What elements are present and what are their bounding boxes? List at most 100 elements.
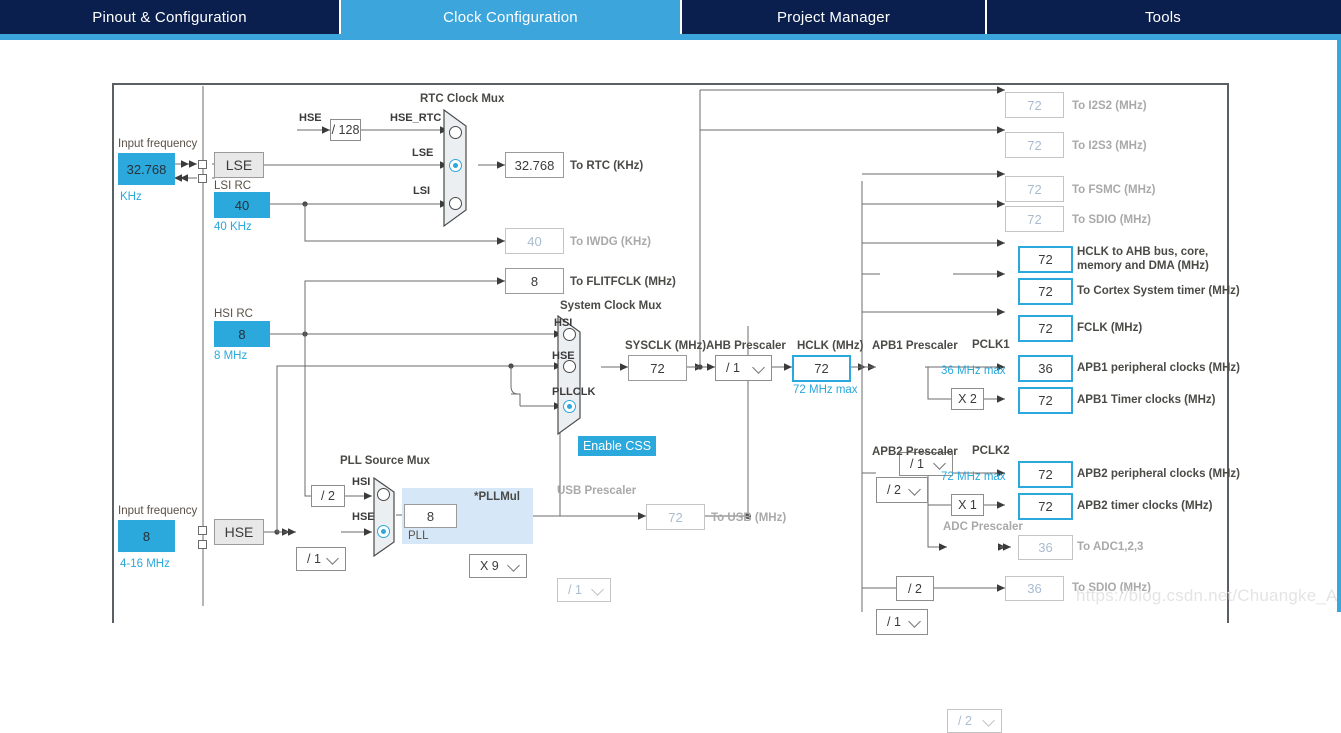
hsi-caption: HSI RC: [214, 308, 253, 320]
rtc-clock-mux-title: RTC Clock Mux: [420, 93, 505, 105]
apb1-peripheral-label: APB1 peripheral clocks (MHz): [1077, 362, 1240, 374]
to-adc-label: To ADC1,2,3: [1077, 541, 1144, 553]
sysclk-mux-input-label-hse: HSE: [552, 350, 575, 362]
apb1-peripheral-value: 36: [1018, 355, 1073, 382]
pllmul-caption: *PLLMul: [474, 491, 520, 503]
adc-prescaler-value: / 2: [958, 714, 972, 728]
adc-prescaler-select[interactable]: / 2: [947, 709, 1002, 733]
to-adc-value: 36: [1018, 535, 1073, 560]
tab-label: Tools: [1144, 8, 1182, 26]
apb1-prescaler-select[interactable]: / 2: [876, 477, 928, 503]
hse-in-toggle[interactable]: [198, 526, 207, 535]
lsi-unit-label: 40 KHz: [214, 221, 252, 233]
hclk-ahb-value: 72: [1018, 246, 1073, 273]
lse-input-caption: Input frequency: [118, 138, 198, 150]
apb2-prescaler-caption: APB2 Prescaler: [872, 446, 958, 458]
lsi-value-field[interactable]: 40: [214, 192, 270, 218]
hclk-ahb-label-line2: memory and DMA (MHz): [1077, 260, 1209, 272]
pll-mux-radio-hsi[interactable]: [377, 488, 390, 501]
tab-label: Pinout & Configuration: [92, 8, 247, 26]
sysclk-mux-input-label-hsi: HSI: [554, 317, 573, 329]
clock-tree-diagram: Input frequency 32.768 KHz LSE LSI RC 40…: [0, 76, 1341, 733]
to-iwdg-value: 40: [505, 228, 564, 254]
to-usb-label: To USB (MHz): [711, 512, 787, 524]
cortex-prescaler-value: / 1: [910, 457, 924, 471]
lse-out-toggle[interactable]: [198, 174, 207, 183]
cortex-systick-label: To Cortex System timer (MHz): [1077, 285, 1240, 297]
to-sdio-value: 72: [1005, 206, 1064, 232]
pclk1-label: PCLK1: [972, 339, 1010, 351]
apb1-prescaler-value: / 2: [887, 483, 901, 497]
fclk-label: FCLK (MHz): [1077, 322, 1143, 334]
tab-clock-configuration[interactable]: Clock Configuration: [341, 0, 682, 34]
hse-out-toggle[interactable]: [198, 540, 207, 549]
pclk2-label: PCLK2: [972, 445, 1010, 457]
apb1-max-label: 36 MHz max: [941, 365, 1006, 377]
pllmul-select[interactable]: X 9: [469, 554, 527, 578]
to-usb-value: 72: [646, 504, 705, 530]
main-tab-bar: Pinout & Configuration Clock Configurati…: [0, 0, 1341, 34]
hclk-ahb-label-line1: HCLK to AHB bus, core,: [1077, 246, 1209, 258]
lse-oscillator-block[interactable]: LSE: [214, 152, 264, 178]
apb1-timer-label: APB1 Timer clocks (MHz): [1077, 394, 1216, 406]
rtc-mux-radio-hse-rtc[interactable]: [449, 126, 462, 139]
to-flitfclk-label: To FLITFCLK (MHz): [570, 276, 676, 288]
tab-label: Clock Configuration: [443, 8, 578, 26]
sysclk-mux-radio-hsi[interactable]: [563, 328, 576, 341]
apb2-prescaler-value: / 1: [887, 615, 901, 629]
sysclk-mux-radio-pllclk[interactable]: [563, 400, 576, 413]
sysclk-value: 72: [628, 355, 687, 381]
tab-tools[interactable]: Tools: [987, 0, 1339, 34]
pll-mux-input-label-hsi: HSI: [352, 476, 371, 488]
lsi-caption: LSI RC: [214, 180, 252, 192]
clock-toolbar: Resolve Clock Issues: [0, 40, 1341, 111]
to-sdio-bottom-value: 36: [1005, 576, 1064, 601]
apb2-timer-multiplier: X 1: [951, 494, 984, 516]
pll-hsi-divider: / 2: [311, 485, 345, 507]
hse-input-frequency-field[interactable]: 8: [118, 520, 175, 552]
ahb-prescaler-select[interactable]: / 1: [715, 355, 772, 381]
hsi-unit-label: 8 MHz: [214, 350, 248, 362]
usb-prescaler-select[interactable]: / 1: [557, 578, 611, 602]
to-rtc-value[interactable]: 32.768: [505, 152, 564, 178]
hse-rtc-divider: / 128: [330, 119, 361, 141]
hsi-value-field: 8: [214, 321, 270, 347]
hclk-max-label: 72 MHz max: [793, 384, 858, 396]
to-fsmc-value: 72: [1005, 176, 1064, 202]
apb2-max-label: 72 MHz max: [941, 471, 1006, 483]
to-rtc-label: To RTC (KHz): [570, 160, 644, 172]
to-i2s2-value: 72: [1005, 92, 1064, 118]
rtc-mux-radio-lsi[interactable]: [449, 197, 462, 210]
rtc-mux-radio-lse[interactable]: [449, 159, 462, 172]
pll-mux-radio-hse[interactable]: [377, 525, 390, 538]
sdio-divider: / 2: [896, 576, 934, 601]
to-flitfclk-value: 8: [505, 268, 564, 294]
rtc-mux-input-label-lse: LSE: [412, 147, 434, 159]
pll-hse-divider-select[interactable]: / 1: [296, 547, 346, 571]
tab-project-manager[interactable]: Project Manager: [682, 0, 987, 34]
apb2-peripheral-label: APB2 peripheral clocks (MHz): [1077, 468, 1240, 480]
lse-in-toggle[interactable]: [198, 160, 207, 169]
tab-pinout-configuration[interactable]: Pinout & Configuration: [0, 0, 341, 34]
sysclk-mux-input-label-pllclk: PLLCLK: [552, 386, 596, 398]
lse-unit-label: KHz: [120, 191, 142, 203]
fclk-value: 72: [1018, 315, 1073, 342]
watermark-text: https://blog.csdn.net/Chuangke_Andy: [1076, 586, 1341, 605]
hse-rtc-label: HSE_RTC: [390, 112, 442, 124]
enable-css-button[interactable]: Enable CSS: [578, 436, 656, 456]
hclk-caption: HCLK (MHz): [797, 340, 864, 352]
usb-prescaler-caption: USB Prescaler: [557, 485, 637, 497]
apb2-peripheral-value: 72: [1018, 461, 1073, 488]
pll-source-mux-title: PLL Source Mux: [340, 455, 430, 467]
to-i2s3-label: To I2S3 (MHz): [1072, 140, 1147, 152]
to-iwdg-label: To IWDG (KHz): [570, 236, 651, 248]
vertical-scrollbar[interactable]: [1337, 40, 1341, 612]
lse-input-frequency-field[interactable]: 32.768: [118, 153, 175, 185]
pll-input-value: 8: [404, 504, 457, 528]
apb2-prescaler-select[interactable]: / 1: [876, 609, 928, 635]
to-i2s3-value: 72: [1005, 132, 1064, 158]
apb1-timer-value: 72: [1018, 387, 1073, 414]
apb2-timer-label: APB2 timer clocks (MHz): [1077, 500, 1213, 512]
tab-label: Project Manager: [776, 8, 891, 26]
hse-oscillator-block[interactable]: HSE: [214, 519, 264, 545]
